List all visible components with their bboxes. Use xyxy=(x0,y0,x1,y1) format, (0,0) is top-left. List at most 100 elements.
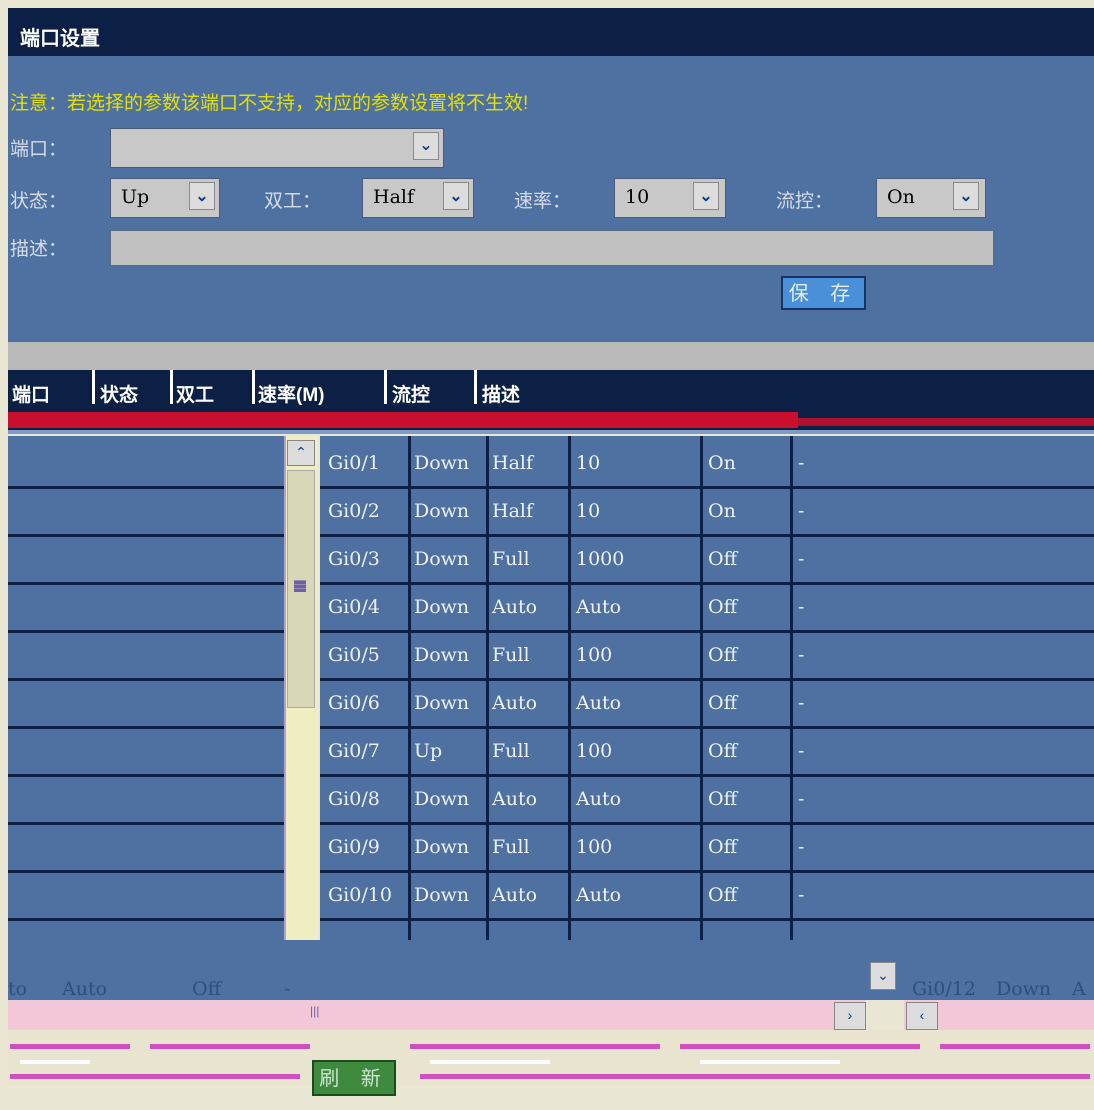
chevron-up-icon[interactable]: ⌃ xyxy=(287,440,315,466)
cell-duplex: Full xyxy=(492,836,530,858)
row-divider xyxy=(320,582,1094,585)
cell-speed: Auto xyxy=(576,692,622,714)
cell-duplex: Auto xyxy=(492,884,538,906)
cell-flow: Off xyxy=(708,644,738,666)
status-select[interactable]: Up ⌄ xyxy=(110,178,220,218)
row-divider xyxy=(320,822,1094,825)
notice-text: 注意：若选择的参数该端口不支持，对应的参数设置将不生效! xyxy=(10,93,529,114)
cell-desc: - xyxy=(798,836,805,858)
left-table-panel xyxy=(8,436,284,940)
row-divider xyxy=(8,534,284,537)
cell-port: Gi0/6 xyxy=(328,692,380,714)
cell-duplex: Auto xyxy=(492,692,538,714)
cell-status: Down xyxy=(414,836,470,858)
cell-duplex: Auto xyxy=(492,596,538,618)
render-artifact xyxy=(798,418,1094,426)
cell-status: Down xyxy=(414,548,470,570)
row-divider xyxy=(8,774,284,777)
chevron-down-icon[interactable]: ⌄ xyxy=(189,182,215,210)
cell-duplex: Auto xyxy=(492,788,538,810)
chevron-down-icon[interactable]: ⌄ xyxy=(693,182,719,210)
render-artifact xyxy=(8,412,798,428)
save-button[interactable]: 保 存 xyxy=(781,276,866,310)
description-input[interactable] xyxy=(110,230,994,266)
description-label: 描述： xyxy=(10,239,68,260)
duplex-select-value: Half xyxy=(373,186,415,208)
partial-cell: Auto xyxy=(62,978,108,1000)
column-header-duplex: 双工 xyxy=(176,385,215,406)
render-artifact xyxy=(700,1060,840,1064)
cell-flow: Off xyxy=(708,788,738,810)
flow-control-select-value: On xyxy=(887,186,915,208)
chevron-down-icon[interactable]: ⌄ xyxy=(870,962,896,990)
flow-control-select[interactable]: On ⌄ xyxy=(876,178,986,218)
row-divider xyxy=(320,870,1094,873)
chevron-left-icon[interactable]: ‹ xyxy=(906,1002,938,1030)
row-divider xyxy=(8,870,284,873)
render-artifact xyxy=(940,1044,1090,1049)
row-divider xyxy=(320,630,1094,633)
cell-desc: - xyxy=(798,452,805,474)
row-divider xyxy=(8,726,284,729)
cell-desc: - xyxy=(798,788,805,810)
row-divider xyxy=(320,678,1094,681)
column-divider xyxy=(700,436,703,940)
cell-status: Down xyxy=(414,644,470,666)
cell-desc: - xyxy=(798,884,805,906)
horizontal-scrollbar[interactable] xyxy=(8,1000,866,1030)
chevron-down-icon[interactable]: ⌄ xyxy=(413,132,439,160)
cell-port: Gi0/1 xyxy=(328,452,380,474)
header-divider xyxy=(474,370,477,404)
duplex-select[interactable]: Half ⌄ xyxy=(362,178,474,218)
chevron-down-icon[interactable]: ⌄ xyxy=(443,182,469,210)
header-divider xyxy=(92,370,95,404)
grip-icon: ||| xyxy=(310,1004,320,1018)
cell-speed: 1000 xyxy=(576,548,625,570)
port-select[interactable]: ⌄ xyxy=(110,128,444,168)
cell-status: Down xyxy=(414,884,470,906)
page-title: 端口设置 xyxy=(20,28,100,50)
column-divider xyxy=(790,436,793,940)
render-artifact xyxy=(150,1044,310,1049)
render-artifact xyxy=(410,1044,660,1049)
cell-status: Down xyxy=(414,452,470,474)
cell-status: Up xyxy=(414,740,443,762)
cell-flow: Off xyxy=(708,548,738,570)
cell-speed: Auto xyxy=(576,884,622,906)
refresh-button[interactable]: 刷 新 xyxy=(312,1060,396,1096)
render-artifact xyxy=(20,1060,90,1064)
cell-duplex: Full xyxy=(492,644,530,666)
row-divider xyxy=(8,822,284,825)
cell-status: Down xyxy=(414,692,470,714)
cell-duplex: Half xyxy=(492,500,534,522)
render-artifact xyxy=(430,1060,550,1064)
cell-flow: Off xyxy=(708,740,738,762)
speed-select[interactable]: 10 ⌄ xyxy=(614,178,726,218)
column-header-speed: 速率(M) xyxy=(258,385,325,406)
cell-desc: - xyxy=(798,740,805,762)
cell-desc: - xyxy=(798,596,805,618)
speed-select-value: 10 xyxy=(625,186,650,208)
cell-speed: 10 xyxy=(576,500,601,522)
row-divider xyxy=(8,582,284,585)
cell-speed: 100 xyxy=(576,740,613,762)
header-divider xyxy=(384,370,387,404)
column-divider xyxy=(408,436,411,940)
status-select-value: Up xyxy=(121,186,150,208)
header-divider xyxy=(170,370,173,404)
chevron-down-icon[interactable]: ⌄ xyxy=(953,182,979,210)
cell-status: Down xyxy=(414,788,470,810)
cell-flow: Off xyxy=(708,836,738,858)
cell-flow: Off xyxy=(708,884,738,906)
chevron-right-icon[interactable]: › xyxy=(834,1002,866,1030)
row-divider xyxy=(8,918,284,921)
row-divider xyxy=(320,726,1094,729)
partial-cell: A xyxy=(1072,978,1086,1000)
row-divider xyxy=(320,534,1094,537)
cell-port: Gi0/9 xyxy=(328,836,380,858)
row-divider xyxy=(320,486,1094,489)
cell-speed: 10 xyxy=(576,452,601,474)
cell-port: Gi0/7 xyxy=(328,740,380,762)
flow-control-label: 流控： xyxy=(776,191,834,212)
cell-speed: 100 xyxy=(576,644,613,666)
